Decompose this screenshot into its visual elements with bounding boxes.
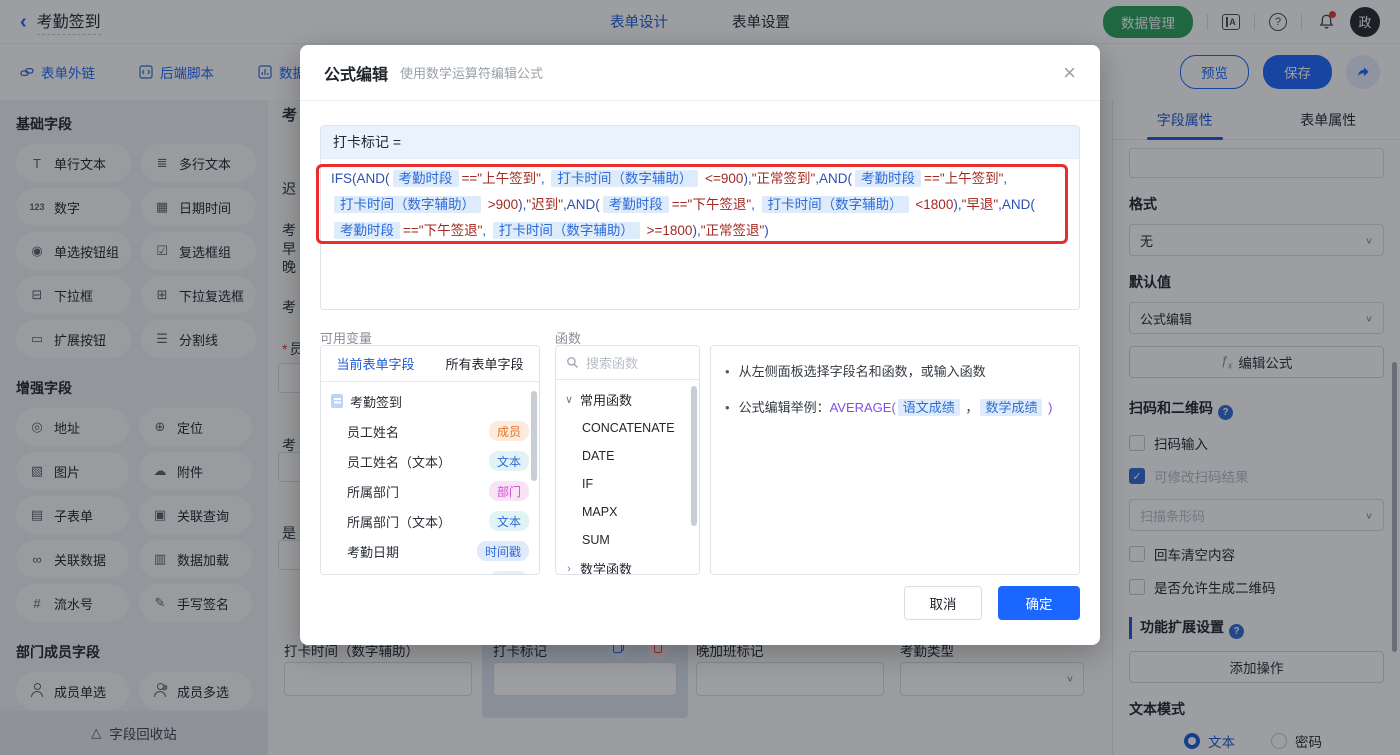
form-doc-icon: [331, 394, 343, 408]
formula-target: 打卡标记 =: [321, 126, 1079, 159]
formula-token: ): [764, 223, 769, 238]
formula-token: IFS(AND(: [331, 171, 390, 186]
formula-token: >=1800: [642, 223, 693, 238]
formula-token: "正常签退": [700, 223, 765, 238]
formula-token: "下午签退": [418, 223, 483, 238]
field-chip[interactable]: 考勤时段: [334, 222, 400, 239]
variable-item[interactable]: 员工姓名（文本） 文本: [321, 446, 539, 476]
formula-token: "上午签到": [477, 171, 541, 186]
formula-line: 打卡时间（数字辅助） >900),"迟到",AND(考勤时段 =="下午签退", …: [331, 192, 1069, 218]
bullet: •: [725, 400, 730, 415]
variable-type-badge: 成员: [488, 421, 529, 441]
formula-token: ==: [403, 223, 419, 238]
confirm-button[interactable]: 确定: [998, 586, 1080, 620]
variable-type-badge: 时间戳: [476, 541, 529, 561]
functions-panel: 搜索函数 ∨ 常用函数 CONCATENATEDATEIFMAPXSUM › 数学函数›…: [555, 345, 700, 575]
chevron-down-icon: ∨: [564, 394, 574, 406]
function-item[interactable]: DATE: [556, 442, 699, 470]
formula-token: ),: [953, 197, 962, 212]
variable-item[interactable]: 员工姓名 成员: [321, 416, 539, 446]
bullet: •: [725, 364, 730, 379]
tip-example: 公式编辑举例：AVERAGE(语文成绩 ，数学成绩 ): [738, 398, 1053, 418]
tab-all-form-fields[interactable]: 所有表单字段: [430, 346, 539, 381]
function-item[interactable]: IF: [556, 470, 699, 498]
field-chip: 数学成绩: [980, 399, 1043, 416]
variable-type-badge: 文本: [488, 571, 529, 574]
tips-panel: • 从左侧面板选择字段名和函数，或输入函数 • 公式编辑举例：AVERAGE(语…: [710, 345, 1080, 575]
formula-code[interactable]: IFS(AND(考勤时段 =="上午签到", 打卡时间（数字辅助） <=900),…: [321, 159, 1079, 251]
field-chip[interactable]: 考勤时段: [602, 196, 669, 213]
formula-token: <1800: [911, 197, 954, 212]
search-icon: [567, 357, 578, 368]
formula-token: "下午签退": [687, 197, 752, 212]
formula-token: "正常签到": [751, 171, 816, 186]
variable-item[interactable]: 考勤日期 时间戳: [321, 536, 539, 566]
variable-name: 员工姓名（文本）: [347, 454, 452, 470]
formula-token: "上午签到": [939, 171, 1004, 186]
formula-token: ,AND(: [563, 197, 600, 212]
variable-name: 所属部门: [347, 484, 400, 500]
tab-current-form-fields[interactable]: 当前表单字段: [321, 346, 430, 381]
formula-line: IFS(AND(考勤时段 =="上午签到", 打卡时间（数字辅助） <=900),…: [331, 166, 1069, 192]
variable-type-badge: 文本: [488, 511, 529, 531]
variables-scrollbar[interactable]: [531, 391, 537, 481]
formula-token: ,AND(: [998, 197, 1035, 212]
variable-item[interactable]: 所属部门（文本） 文本: [321, 506, 539, 536]
function-group[interactable]: › 数学函数: [556, 554, 699, 575]
variables-panel: 当前表单字段 所有表单字段 考勤签到 员工姓名 成员 员工姓名（文本） 文本 所属部门 部门…: [320, 345, 540, 575]
variable-name: 所属部门（文本）: [347, 514, 452, 530]
modal-subtitle: 使用数学运算符编辑公式: [400, 66, 544, 81]
variable-type-badge: 部门: [488, 481, 529, 501]
formula-token: ),: [692, 223, 701, 238]
field-chip[interactable]: 打卡时间（数字辅助）: [492, 222, 640, 239]
function-item[interactable]: MAPX: [556, 498, 699, 526]
chevron-right-icon: ›: [567, 562, 571, 575]
formula-token: >900: [484, 197, 519, 212]
formula-token: ==: [924, 171, 940, 186]
formula-token: ,AND(: [815, 171, 853, 186]
variable-name: 考勤日期: [347, 544, 400, 560]
function-item[interactable]: SUM: [556, 526, 699, 554]
field-chip[interactable]: 考勤时段: [855, 170, 922, 187]
field-chip[interactable]: 打卡时间（数字辅助）: [551, 170, 699, 187]
field-chip: 语文成绩: [897, 399, 960, 416]
formula-editor-modal: 公式编辑 使用数学运算符编辑公式 × 打卡标记 = IFS(AND(考勤时段 ==…: [300, 45, 1100, 645]
function-search-input[interactable]: 搜索函数: [556, 346, 699, 380]
variable-name: 考勤签到: [350, 394, 403, 410]
function-group-name: 常用函数: [580, 393, 633, 408]
formula-token: ,: [482, 223, 490, 238]
formula-token: ),: [743, 171, 752, 186]
variable-name: 是否周末: [347, 572, 399, 575]
example-token: ): [1044, 400, 1053, 415]
variable-item[interactable]: 所属部门 部门: [321, 476, 539, 506]
formula-editor-box[interactable]: 打卡标记 = IFS(AND(考勤时段 =="上午签到", 打卡时间（数字辅助） …: [320, 125, 1080, 310]
variable-item[interactable]: 是否周末 文本: [321, 566, 539, 575]
formula-token: ,: [1003, 171, 1008, 186]
example-token: AVERAGE(: [829, 400, 896, 415]
formula-token: <=900: [701, 171, 744, 186]
tip-text: 从左侧面板选择字段名和函数，或输入函数: [738, 364, 986, 379]
functions-scrollbar[interactable]: [691, 386, 697, 526]
function-group[interactable]: ∨ 常用函数: [556, 385, 699, 414]
variable-root-item[interactable]: 考勤签到: [321, 386, 539, 416]
formula-token: ,: [751, 197, 759, 212]
formula-token: "早退": [961, 197, 999, 212]
formula-token: ,: [540, 171, 549, 186]
example-token: ，: [961, 400, 979, 415]
variable-name: 员工姓名: [347, 424, 400, 440]
field-chip[interactable]: 打卡时间（数字辅助）: [334, 196, 481, 213]
cancel-button[interactable]: 取消: [904, 586, 982, 620]
field-chip[interactable]: 打卡时间（数字辅助）: [761, 196, 909, 213]
tip-example-prefix: 公式编辑举例：: [738, 400, 830, 415]
formula-token: "迟到": [526, 197, 564, 212]
formula-token: ==: [461, 171, 478, 186]
field-chip[interactable]: 考勤时段: [392, 170, 459, 187]
variable-type-badge: 文本: [488, 451, 529, 471]
function-item[interactable]: CONCATENATE: [556, 414, 699, 442]
formula-line: 考勤时段 =="下午签退", 打卡时间（数字辅助） >=1800),"正常签退"): [331, 218, 1069, 244]
formula-token: ==: [671, 197, 688, 212]
close-icon[interactable]: ×: [1063, 61, 1076, 84]
modal-title: 公式编辑: [324, 66, 389, 84]
function-group-name: 数学函数: [580, 562, 633, 575]
